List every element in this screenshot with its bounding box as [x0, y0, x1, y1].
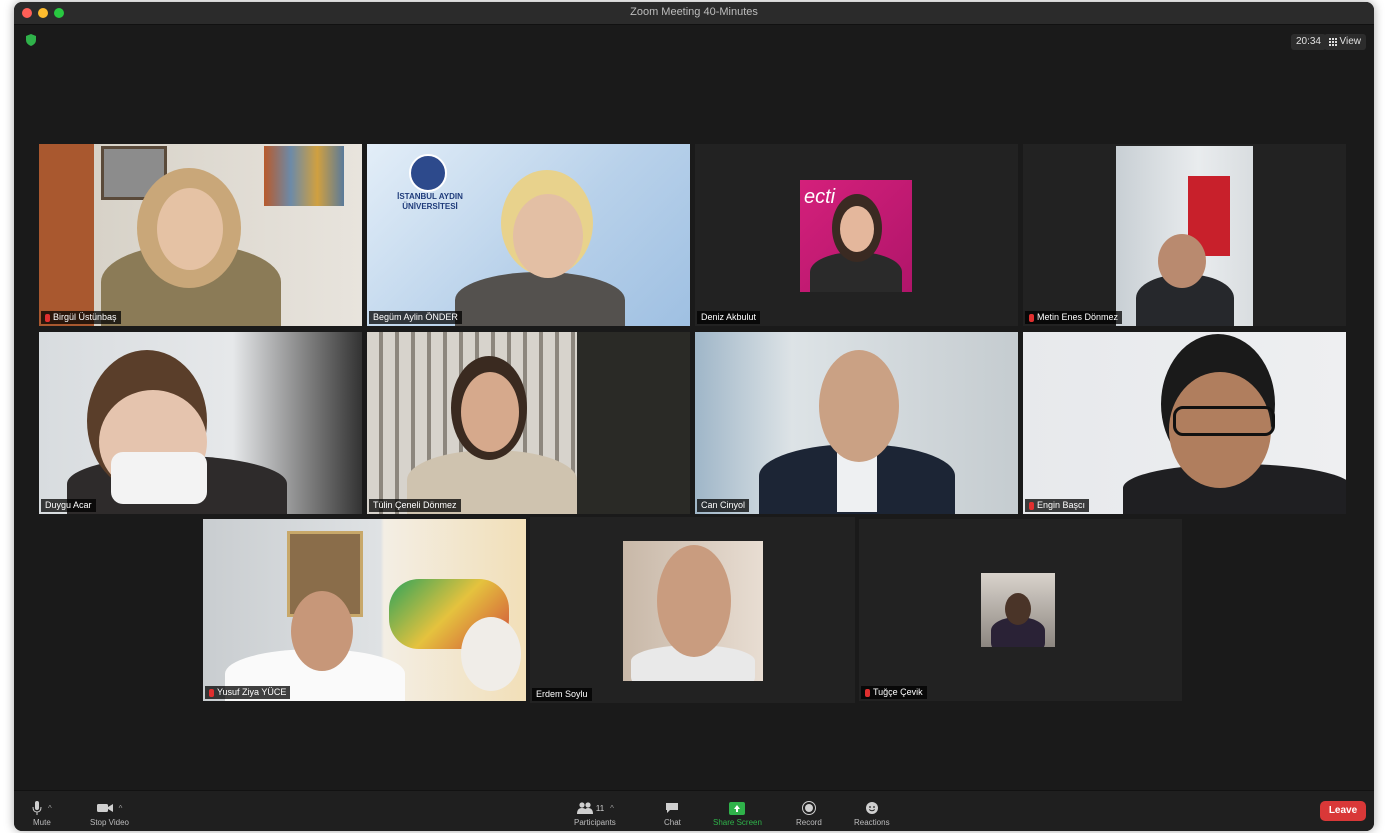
stop-video-button[interactable]: ^ Stop Video — [90, 801, 129, 828]
chevron-up-icon[interactable]: ^ — [48, 804, 52, 813]
participant-name-tag: Engin Başcı — [1025, 499, 1090, 512]
participant-name-tag: Tuğçe Çevik — [861, 686, 927, 699]
camera-feed — [1116, 146, 1253, 326]
video-tile[interactable]: Birgül Üstünbaş — [39, 144, 362, 326]
mic-muted-icon — [209, 688, 214, 697]
meeting-timer: 20:34 — [1290, 34, 1326, 50]
video-tile[interactable]: Engin Başcı — [1023, 332, 1346, 514]
video-tile[interactable]: Duygu Acar — [39, 332, 362, 514]
profile-picture — [981, 573, 1055, 647]
chevron-up-icon[interactable]: ^ — [610, 804, 614, 813]
participant-name-tag: Begüm Aylin ÖNDER — [369, 311, 462, 324]
mic-muted-icon — [865, 688, 870, 697]
chat-button[interactable]: Chat — [664, 801, 681, 827]
mic-muted-icon — [1029, 501, 1034, 510]
participant-count: 11 — [595, 803, 605, 813]
participant-name-tag: Duygu Acar — [41, 499, 96, 512]
share-screen-button[interactable]: Share Screen — [713, 801, 762, 827]
participant-name-tag: Deniz Akbulut — [697, 311, 761, 324]
video-tile[interactable]: İSTANBUL AYDIN ÜNİVERSİTESİ Begüm Aylin … — [367, 144, 690, 326]
video-tile[interactable]: Tuğçe Çevik — [859, 519, 1182, 701]
chat-bubble-icon — [666, 803, 679, 813]
video-tile[interactable]: Yusuf Ziya YÜCE — [203, 519, 526, 701]
meeting-toolbar: ^ Mute ^ Stop Video 11 ^ Participants Ch… — [14, 790, 1374, 831]
microphone-icon — [32, 801, 42, 815]
profile-picture: ecti — [800, 180, 912, 292]
participant-name-tag: Can Cinyol — [697, 499, 750, 512]
smiley-icon — [865, 802, 878, 814]
participant-name-tag: Metin Enes Dönmez — [1025, 311, 1123, 324]
university-logo-icon — [409, 154, 447, 192]
participants-icon — [576, 802, 593, 814]
video-tile[interactable]: Can Cinyol — [695, 332, 1018, 514]
view-label: View — [1339, 36, 1362, 47]
grid-view-icon — [1328, 38, 1337, 46]
video-tile[interactable]: ecti Deniz Akbulut — [695, 144, 1018, 326]
mic-muted-icon — [45, 313, 50, 322]
chevron-up-icon[interactable]: ^ — [119, 804, 123, 813]
title-bar: Zoom Meeting 40-Minutes — [14, 2, 1374, 25]
participant-name-tag: Erdem Soylu — [532, 688, 592, 701]
mute-button[interactable]: ^ Mute — [32, 801, 52, 827]
video-tile[interactable]: Metin Enes Dönmez — [1023, 144, 1346, 326]
leave-meeting-button[interactable]: Leave — [1320, 801, 1366, 821]
record-button[interactable]: Record — [796, 801, 822, 827]
mic-muted-icon — [1029, 313, 1034, 322]
reactions-button[interactable]: Reactions — [854, 801, 890, 827]
wall-poster — [264, 146, 344, 206]
shield-icon[interactable] — [26, 34, 36, 46]
camera-feed — [623, 541, 763, 681]
face-mask — [111, 452, 207, 504]
eyeglasses — [1173, 406, 1275, 436]
video-tile[interactable]: Tülin Çeneli Dönmez — [367, 332, 690, 514]
active-speaker-tile[interactable]: Erdem Soylu — [530, 517, 855, 703]
zoom-window: Zoom Meeting 40-Minutes 20:34 View Birgü… — [14, 2, 1374, 831]
window-title: Zoom Meeting 40-Minutes — [630, 6, 758, 18]
share-screen-icon — [729, 801, 746, 815]
view-button[interactable]: View — [1323, 34, 1366, 50]
video-camera-icon — [96, 804, 113, 812]
participants-button[interactable]: 11 ^ Participants — [574, 801, 616, 827]
record-icon — [801, 801, 816, 815]
participant-name-tag: Tülin Çeneli Dönmez — [369, 499, 461, 512]
participant-name-tag: Yusuf Ziya YÜCE — [205, 686, 291, 699]
participant-name-tag: Birgül Üstünbaş — [41, 311, 121, 324]
